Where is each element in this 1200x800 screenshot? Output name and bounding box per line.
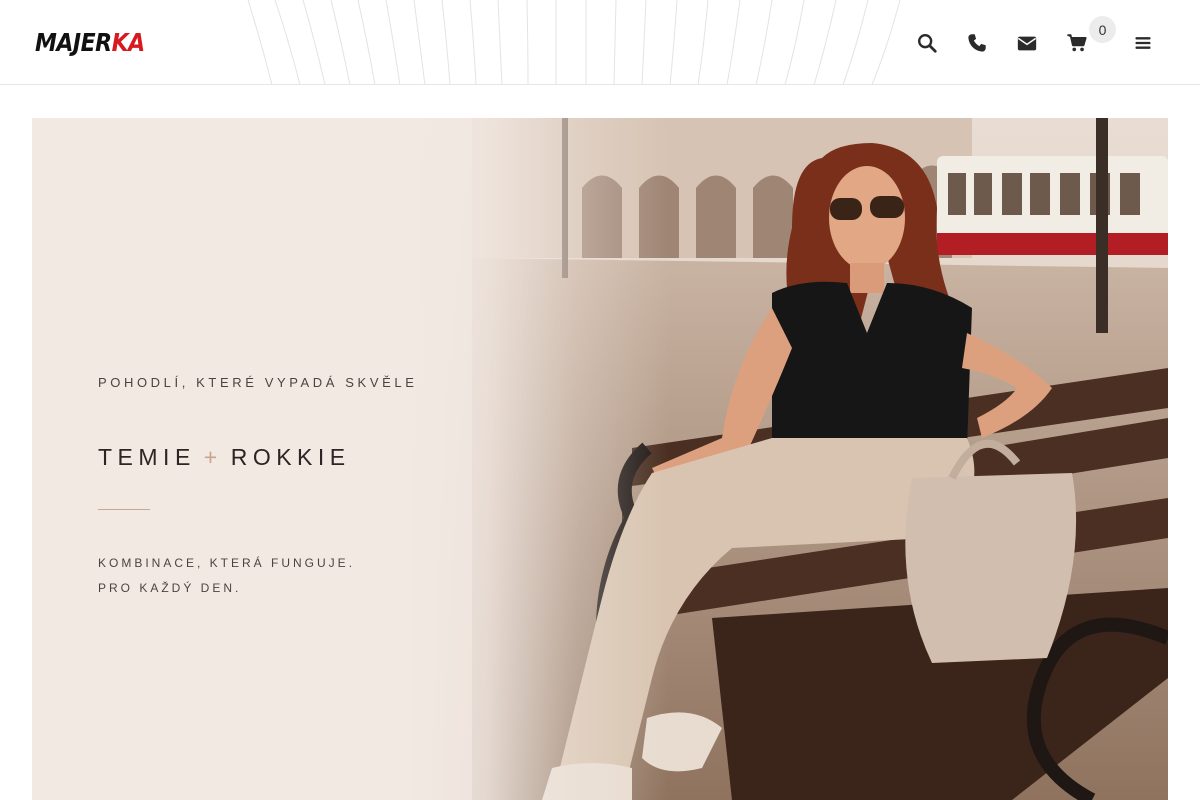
menu-icon[interactable] [1130, 30, 1156, 56]
cart-icon[interactable] [1064, 30, 1090, 56]
site-header: MAJERKA 0 [0, 0, 1200, 85]
search-icon[interactable] [914, 30, 940, 56]
hero-title-plus: + [203, 444, 223, 470]
cart-count-badge: 0 [1089, 16, 1116, 43]
mail-icon[interactable] [1014, 30, 1040, 56]
hero-title: TEMIE + ROKKIE [98, 444, 351, 471]
phone-icon[interactable] [964, 30, 990, 56]
hero-tagline-1: KOMBINACE, KTERÁ FUNGUJE. [98, 556, 356, 570]
hero-title-right: ROKKIE [230, 444, 351, 470]
hero-eyebrow: POHODLÍ, KTERÉ VYPADÁ SKVĚLE [98, 375, 418, 390]
hero-title-left: TEMIE [98, 444, 196, 470]
hero-tagline-2: PRO KAŽDÝ DEN. [98, 581, 242, 595]
hero-divider [98, 509, 150, 510]
hero-banner[interactable]: POHODLÍ, KTERÉ VYPADÁ SKVĚLE TEMIE + ROKKI… [32, 118, 1168, 800]
header-actions [0, 30, 1200, 56]
